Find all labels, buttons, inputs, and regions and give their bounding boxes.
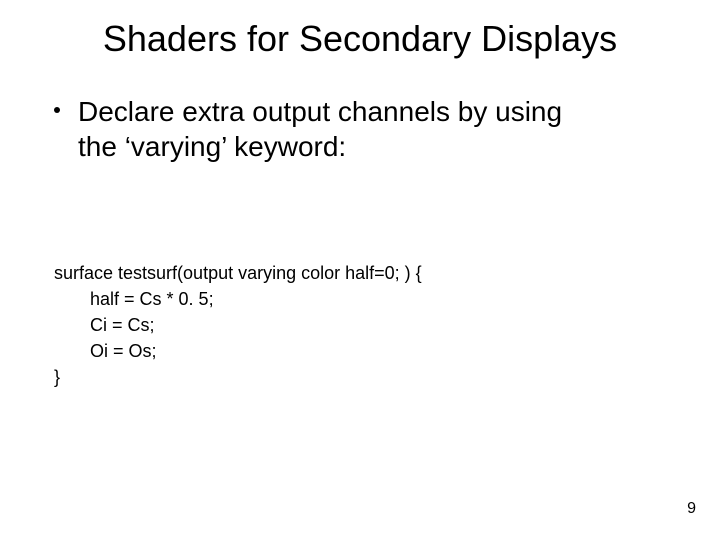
slide-title: Shaders for Secondary Displays [0,18,720,60]
bullet-line-2: the ‘varying’ keyword: [78,129,666,164]
page-number: 9 [687,500,696,518]
bullet-item: Declare extra output channels by using t… [54,92,666,164]
code-line-4: Oi = Os; [54,338,422,364]
code-line-1: surface testsurf(output varying color ha… [54,260,422,286]
code-line-5: } [54,364,422,390]
code-line-3: Ci = Cs; [54,312,422,338]
bullet-line-1: Declare extra output channels by using [78,96,562,127]
code-block: surface testsurf(output varying color ha… [54,260,422,390]
bullet-dot-icon [54,107,60,113]
code-line-2: half = Cs * 0. 5; [54,286,422,312]
slide: Shaders for Secondary Displays Declare e… [0,0,720,540]
